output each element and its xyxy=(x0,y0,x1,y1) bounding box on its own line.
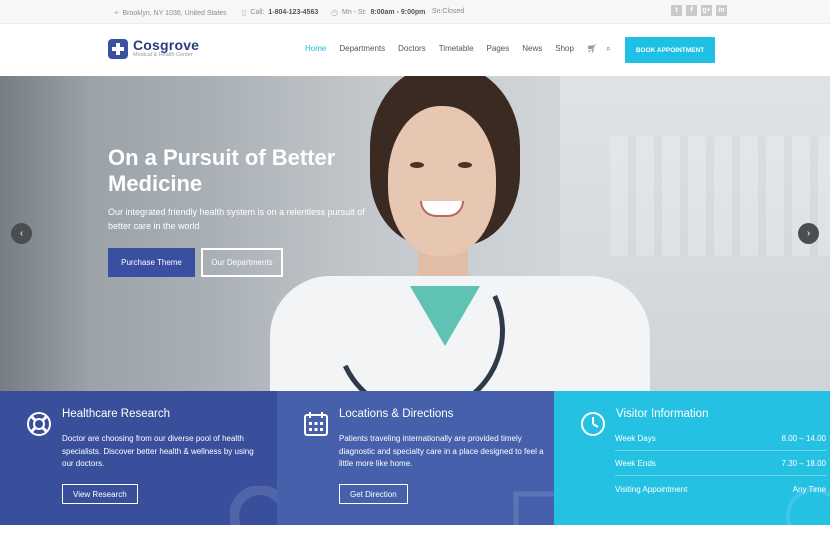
twitter-icon[interactable]: t xyxy=(671,5,682,16)
lifebuoy-watermark-icon xyxy=(230,486,277,525)
visitor-row-value: 8.00 – 14.00 xyxy=(781,433,826,443)
address-text: Brooklyn, NY 1036, United States xyxy=(122,9,227,17)
social-links: t f g+ in xyxy=(671,5,727,16)
hours-text: 8:00am - 9:00pm xyxy=(370,9,426,16)
sunday-item: Sn:Closed xyxy=(432,8,464,15)
visitor-row-label: Week Ends xyxy=(615,458,656,468)
call-label: Call: xyxy=(250,9,265,16)
google-plus-icon[interactable]: g+ xyxy=(701,5,712,16)
slider-next-button[interactable]: › xyxy=(798,223,819,244)
panel-healthcare-research: Healthcare Research Doctor are choosing … xyxy=(0,391,277,525)
facebook-icon[interactable]: f xyxy=(686,5,697,16)
nav-news[interactable]: News xyxy=(522,44,542,54)
panel-locations-directions: Locations & Directions Patients travelin… xyxy=(277,391,554,525)
chevron-right-icon: › xyxy=(806,228,811,239)
nav-timetable[interactable]: Timetable xyxy=(439,44,474,54)
visitor-row-value: 7.30 – 18.00 xyxy=(781,458,826,468)
nav-home[interactable]: Home xyxy=(305,44,326,54)
book-appointment-button[interactable]: BOOK APPOINTMENT xyxy=(625,37,715,63)
visitor-row-value: Any Time xyxy=(792,485,826,494)
search-icon[interactable]: ⌕ xyxy=(606,44,610,54)
visitor-row: Week Ends 7.30 – 18.00 xyxy=(615,451,826,476)
panel-visitor-information: Visitor Information Week Days 8.00 – 14.… xyxy=(554,391,830,525)
address-item: ⌖ Brooklyn, NY 1036, United States xyxy=(114,8,227,18)
hours-item: ◷ Mn - St: 8:00am - 9:00pm xyxy=(331,8,425,17)
hero-slider: On a Pursuit of Better Medicine Our inte… xyxy=(0,76,830,391)
linkedin-icon[interactable]: in xyxy=(716,5,727,16)
page-bottom-spacer xyxy=(0,525,830,556)
calendar-watermark-icon xyxy=(513,491,554,525)
visitor-row: Visiting Appointment Any Time xyxy=(615,477,826,502)
our-departments-button[interactable]: Our Departments xyxy=(201,248,283,277)
visitor-row-label: Visiting Appointment xyxy=(615,485,688,494)
panel-text: Doctor are choosing from our diverse poo… xyxy=(62,434,254,468)
nav-departments[interactable]: Departments xyxy=(339,44,385,54)
top-bar: ⌖ Brooklyn, NY 1036, United States ▯ Cal… xyxy=(0,0,830,24)
doctor-photo xyxy=(240,76,660,391)
site-header: Cosgrove Medical & Health Center Home De… xyxy=(0,24,830,76)
cart-icon[interactable]: 🛒︎ xyxy=(587,44,597,54)
view-research-button[interactable]: View Research xyxy=(62,484,138,504)
hours-label: Mn - St: xyxy=(341,9,367,16)
phone-item: ▯ Call: 1-804-123-4563 xyxy=(242,8,318,17)
logo-name: Cosgrove xyxy=(133,37,200,53)
get-direction-button[interactable]: Get Direction xyxy=(339,484,408,504)
sunday-text: Sn:Closed xyxy=(432,8,465,15)
nav-doctors[interactable]: Doctors xyxy=(398,44,426,54)
visitor-row: Week Days 8.00 – 14.00 xyxy=(615,426,826,451)
nav-shop[interactable]: Shop xyxy=(555,44,574,54)
purchase-theme-button[interactable]: Purchase Theme xyxy=(108,248,195,277)
calendar-icon xyxy=(304,412,328,436)
chevron-left-icon: ‹ xyxy=(19,228,24,239)
phone-icon: ▯ xyxy=(242,8,247,17)
visitor-row-label: Week Days xyxy=(615,433,656,443)
main-nav: Home Departments Doctors Timetable Pages… xyxy=(305,44,611,54)
hero-title: On a Pursuit of Better Medicine xyxy=(108,145,336,196)
lifebuoy-icon xyxy=(27,412,51,436)
panel-title: Locations & Directions xyxy=(339,408,454,420)
panel-text: Patients traveling internationally are p… xyxy=(339,434,544,468)
slider-prev-button[interactable]: ‹ xyxy=(11,223,32,244)
site-logo[interactable]: Cosgrove Medical & Health Center xyxy=(108,38,199,59)
hero-subtitle: Our integrated friendly health system is… xyxy=(108,207,365,231)
clock-icon xyxy=(581,412,605,436)
medical-cross-icon xyxy=(108,38,128,59)
panel-title: Healthcare Research xyxy=(62,408,171,420)
nav-pages[interactable]: Pages xyxy=(487,44,510,54)
call-number[interactable]: 1-804-123-4563 xyxy=(268,9,318,16)
clock-icon: ◷ xyxy=(331,8,338,17)
panel-title: Visitor Information xyxy=(616,408,709,420)
location-pin-icon: ⌖ xyxy=(114,8,119,17)
logo-tagline: Medical & Health Center xyxy=(133,52,193,58)
